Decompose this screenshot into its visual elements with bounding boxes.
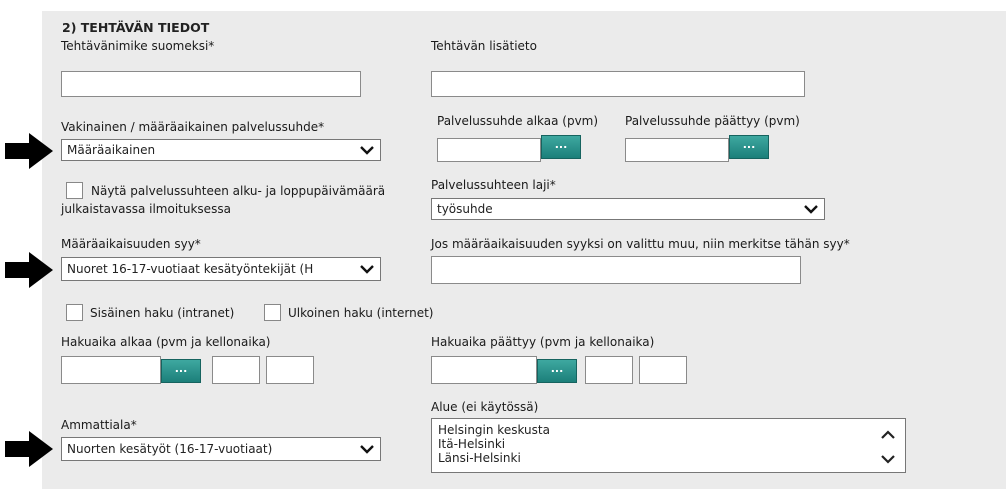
service-end-label: Palvelussuhde päättyy (pvm)	[625, 114, 800, 128]
area-option[interactable]: Itä-Helsinki	[438, 437, 905, 451]
service-end-input[interactable]	[625, 138, 729, 162]
temp-reason-select[interactable]: Nuoret 16-17-vuotiaat kesätyöntekijät (H	[61, 257, 381, 281]
area-label: Alue (ei käytössä)	[431, 400, 539, 414]
chevron-down-icon	[360, 265, 374, 274]
service-start-label: Palvelussuhde alkaa (pvm)	[437, 114, 599, 128]
show-dates-checkbox[interactable]	[66, 182, 83, 199]
service-type-label: Palvelussuhteen laji*	[431, 178, 556, 192]
service-start-input[interactable]	[437, 138, 541, 162]
other-reason-label: Jos määräaikaisuuden syyksi on valittu m…	[431, 237, 850, 251]
chevron-down-icon	[360, 445, 374, 454]
apply-end-label: Hakuaika päättyy (pvm ja kellonaika)	[431, 335, 655, 349]
scroll-down-icon[interactable]	[881, 453, 895, 465]
temp-reason-label: Määräaikaisuuden syy*	[61, 237, 201, 251]
pointer-arrow-icon	[5, 133, 53, 169]
pointer-arrow-icon	[5, 431, 53, 467]
apply-end-minute-input[interactable]	[639, 356, 687, 384]
area-option[interactable]: Helsingin keskusta	[438, 423, 905, 437]
apply-end-hour-input[interactable]	[585, 356, 633, 384]
apply-start-minute-input[interactable]	[266, 356, 314, 384]
permanent-temporary-value: Määräaikainen	[67, 143, 156, 157]
profession-value: Nuorten kesätyöt (16-17-vuotiaat)	[67, 442, 273, 456]
internal-search-checkbox[interactable]	[66, 304, 83, 321]
task-title-input[interactable]	[61, 71, 361, 97]
area-listbox[interactable]: Helsingin keskusta Itä-Helsinki Länsi-He…	[431, 418, 906, 473]
chevron-down-icon	[360, 146, 374, 155]
show-dates-label-line2: julkaistavassa ilmoituksessa	[61, 202, 231, 216]
other-reason-input[interactable]	[431, 256, 801, 284]
show-dates-label-line1: Näytä palvelussuhteen alku- ja loppupäiv…	[91, 184, 386, 198]
service-start-calendar-button[interactable]: ...	[541, 135, 581, 159]
service-type-select[interactable]: työsuhde	[431, 198, 825, 220]
pointer-arrow-icon	[5, 252, 53, 288]
area-option[interactable]: Länsi-Helsinki	[438, 451, 905, 465]
internal-search-label: Sisäinen haku (intranet)	[90, 306, 235, 320]
task-extra-label: Tehtävän lisätieto	[431, 39, 537, 53]
task-title-label: Tehtävänimike suomeksi*	[61, 39, 215, 53]
section-title: 2) TEHTÄVÄN TIEDOT	[62, 20, 210, 35]
apply-start-date-input[interactable]	[61, 356, 161, 384]
service-end-calendar-button[interactable]: ...	[729, 135, 769, 159]
apply-end-date-input[interactable]	[431, 356, 537, 384]
apply-end-calendar-button[interactable]: ...	[537, 359, 577, 383]
external-search-label: Ulkoinen haku (internet)	[288, 306, 434, 320]
chevron-down-icon	[804, 205, 818, 214]
apply-start-hour-input[interactable]	[212, 356, 260, 384]
scroll-up-icon[interactable]	[881, 429, 895, 441]
apply-start-label: Hakuaika alkaa (pvm ja kellonaika)	[61, 335, 271, 349]
profession-label: Ammattiala*	[61, 418, 137, 432]
permanent-temporary-label: Vakinainen / määräaikainen palvelussuhde…	[61, 120, 325, 134]
temp-reason-value: Nuoret 16-17-vuotiaat kesätyöntekijät (H	[67, 262, 314, 276]
profession-select[interactable]: Nuorten kesätyöt (16-17-vuotiaat)	[61, 437, 381, 461]
task-extra-input[interactable]	[431, 71, 805, 97]
apply-start-calendar-button[interactable]: ...	[161, 359, 201, 383]
permanent-temporary-select[interactable]: Määräaikainen	[61, 139, 381, 161]
service-type-value: työsuhde	[437, 202, 493, 216]
external-search-checkbox[interactable]	[264, 304, 281, 321]
